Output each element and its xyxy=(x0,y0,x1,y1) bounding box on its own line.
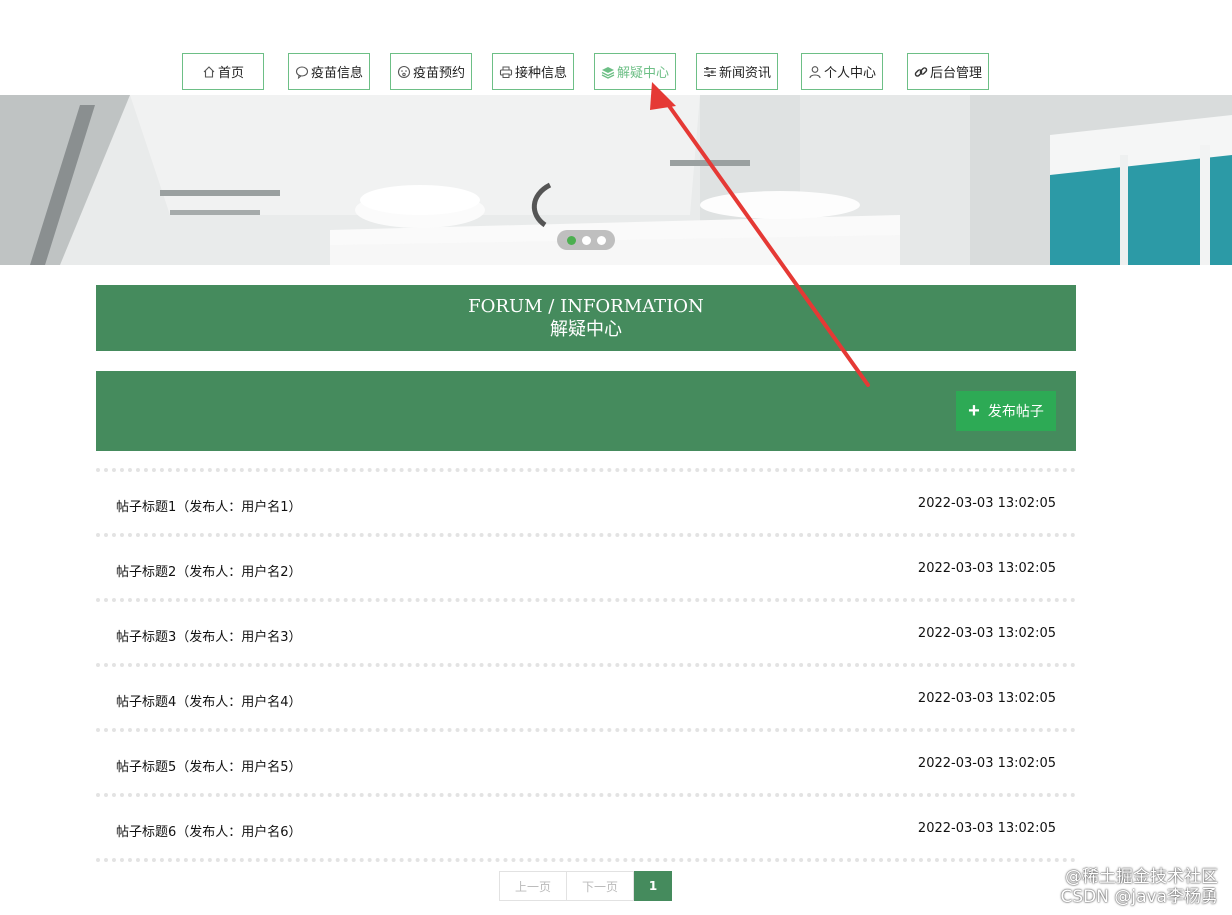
home-icon xyxy=(202,65,216,79)
carousel-dot[interactable] xyxy=(581,235,591,245)
publish-post-label: 发布帖子 xyxy=(987,403,1044,419)
nav-item-label: 接种信息 xyxy=(514,66,567,81)
nav-item-label: 疫苗预约 xyxy=(412,66,465,81)
watermark: @稀土掘金技术社区 CSDN @java李杨勇 xyxy=(1061,867,1219,907)
next-page-button[interactable]: 下一页 xyxy=(567,871,634,901)
post-title[interactable]: 帖子标题4（发布人：用户名4） xyxy=(116,691,302,710)
nav-item-label: 首页 xyxy=(217,66,244,81)
post-list: 帖子标题1（发布人：用户名1） 2022-03-03 13:02:05 帖子标题… xyxy=(96,468,1076,862)
watermark-line2: CSDN @java李杨勇 xyxy=(1060,887,1219,907)
hero-banner xyxy=(0,95,1232,265)
link-icon xyxy=(914,65,928,79)
post-time: 2022-03-03 13:02:05 xyxy=(917,561,1056,576)
list-item[interactable]: 帖子标题4（发布人：用户名4） 2022-03-03 13:02:05 xyxy=(96,663,1076,728)
nav-item-label: 新闻资讯 xyxy=(718,66,771,81)
post-title[interactable]: 帖子标题5（发布人：用户名5） xyxy=(116,756,302,775)
face-icon xyxy=(397,65,411,79)
sliders-icon xyxy=(703,65,717,79)
nav-item-label: 个人中心 xyxy=(823,66,876,81)
prev-page-button[interactable]: 上一页 xyxy=(499,871,567,901)
post-title[interactable]: 帖子标题3（发布人：用户名3） xyxy=(116,626,302,645)
list-item[interactable]: 帖子标题3（发布人：用户名3） 2022-03-03 13:02:05 xyxy=(96,598,1076,663)
pagination: 上一页 下一页 1 xyxy=(499,871,672,901)
carousel-dots xyxy=(557,230,615,250)
nav-item-home[interactable]: 首页 xyxy=(182,53,264,90)
forum-toolbar: + 发布帖子 xyxy=(96,371,1076,451)
post-time: 2022-03-03 13:02:05 xyxy=(917,691,1056,706)
nav-item-label: 解疑中心 xyxy=(616,66,669,81)
list-item[interactable]: 帖子标题5（发布人：用户名5） 2022-03-03 13:02:05 xyxy=(96,728,1076,793)
publish-post-button[interactable]: + 发布帖子 xyxy=(956,391,1056,431)
plus-icon: + xyxy=(968,400,980,422)
post-time: 2022-03-03 13:02:05 xyxy=(917,626,1056,641)
nav-item-label: 疫苗信息 xyxy=(310,66,363,81)
nav-item-qa-center[interactable]: 解疑中心 xyxy=(594,53,676,90)
nav-item-personal-center[interactable]: 个人中心 xyxy=(801,53,883,90)
post-title[interactable]: 帖子标题1（发布人：用户名1） xyxy=(116,496,302,515)
list-item[interactable]: 帖子标题1（发布人：用户名1） 2022-03-03 13:02:05 xyxy=(96,468,1076,533)
nav-item-vaccination-info[interactable]: 接种信息 xyxy=(492,53,574,90)
nav-item-news[interactable]: 新闻资讯 xyxy=(696,53,778,90)
chat-bubble-icon xyxy=(295,65,309,79)
post-title[interactable]: 帖子标题2（发布人：用户名2） xyxy=(116,561,302,580)
list-item[interactable]: 帖子标题2（发布人：用户名2） 2022-03-03 13:02:05 xyxy=(96,533,1076,598)
carousel-dot[interactable] xyxy=(596,235,606,245)
post-time: 2022-03-03 13:02:05 xyxy=(917,821,1056,836)
post-time: 2022-03-03 13:02:05 xyxy=(917,756,1056,771)
post-time: 2022-03-03 13:02:05 xyxy=(917,496,1056,511)
page-title-cn: 解疑中心 xyxy=(550,319,622,340)
list-item[interactable]: 帖子标题6（发布人：用户名6） 2022-03-03 13:02:05 xyxy=(96,793,1076,858)
layers-icon xyxy=(601,65,615,79)
carousel-dot[interactable] xyxy=(566,235,576,245)
printer-icon xyxy=(499,65,513,79)
post-title[interactable]: 帖子标题6（发布人：用户名6） xyxy=(116,821,302,840)
nav-item-admin[interactable]: 后台管理 xyxy=(907,53,989,90)
nav-item-vaccine-info[interactable]: 疫苗信息 xyxy=(288,53,370,90)
top-nav: 首页 疫苗信息 疫苗预约 接种信息 解疑中心 新闻资讯 个人中心 后台管理 xyxy=(0,53,1232,93)
page-title-bar: FORUM / INFORMATION 解疑中心 xyxy=(96,285,1076,351)
page-title-en: FORUM / INFORMATION xyxy=(468,296,704,317)
watermark-line1: @稀土掘金技术社区 xyxy=(1065,867,1218,887)
list-divider xyxy=(96,858,1076,862)
banner-image xyxy=(0,95,1232,265)
user-icon xyxy=(808,65,822,79)
page-number-current[interactable]: 1 xyxy=(634,871,672,901)
nav-item-vaccine-booking[interactable]: 疫苗预约 xyxy=(390,53,472,90)
nav-item-label: 后台管理 xyxy=(929,66,982,81)
